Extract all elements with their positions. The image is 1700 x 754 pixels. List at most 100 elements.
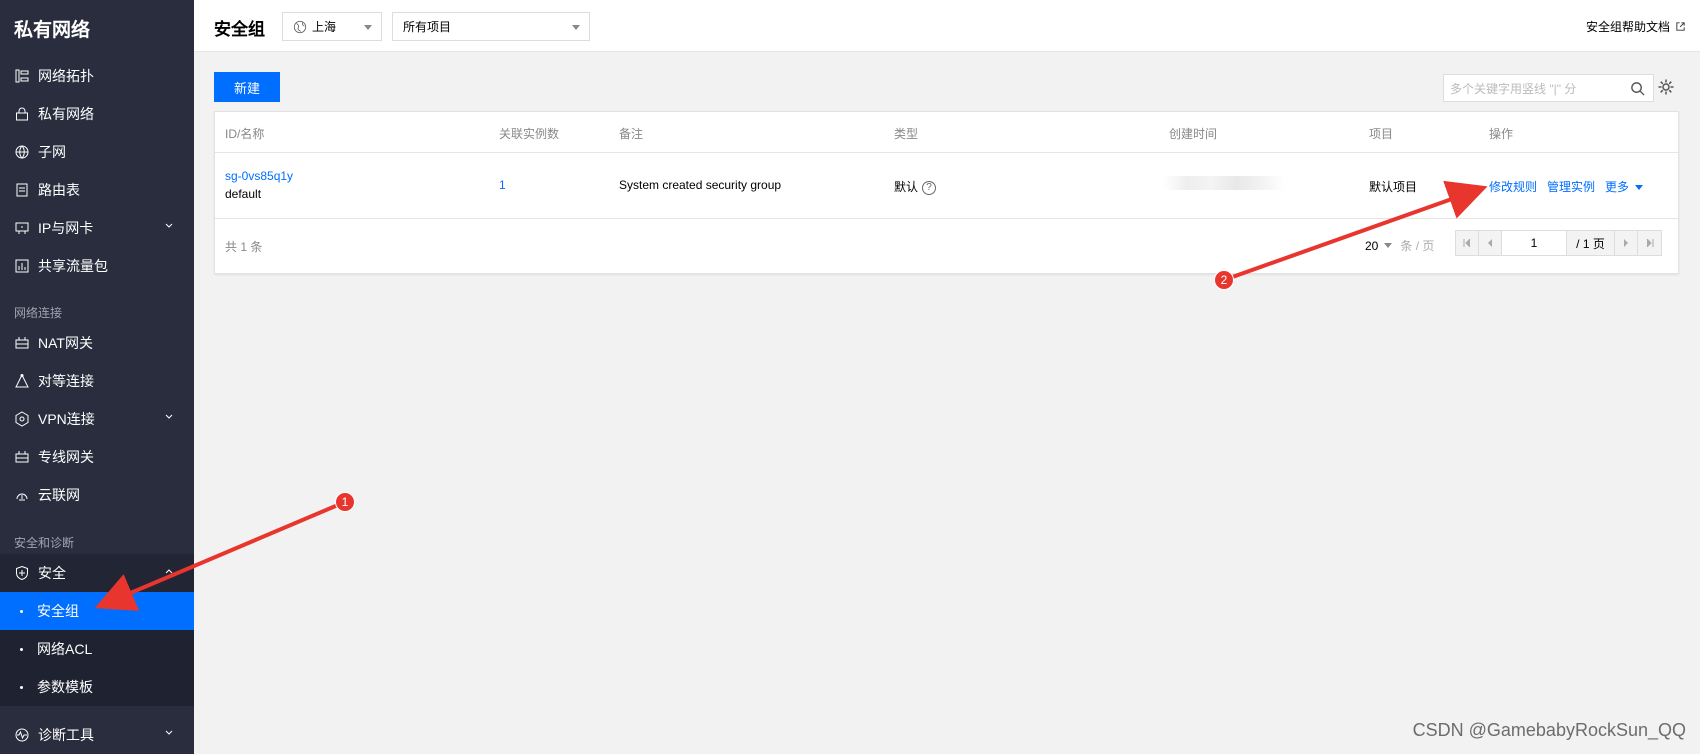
cloud-network-icon [14, 487, 30, 503]
prev-page-icon [1488, 239, 1492, 247]
sidebar-item-traffic[interactable]: 共享流量包 [0, 247, 194, 285]
sidebar-item-ccn[interactable]: 云联网 [0, 476, 194, 514]
next-page-button[interactable] [1615, 231, 1638, 255]
security-group-table: ID/名称 关联实例数 备注 类型 创建时间 项目 操作 sg-0vs85q1y… [214, 111, 1679, 274]
globe-icon [293, 20, 307, 33]
sidebar-item-peering[interactable]: 对等连接 [0, 362, 194, 400]
next-page-icon [1624, 239, 1628, 247]
search-input[interactable]: 多个关键字用竖线 "|" 分 [1443, 74, 1654, 102]
last-page-icon [1646, 239, 1653, 247]
sidebar-item-route-table[interactable]: 路由表 [0, 171, 194, 209]
sidebar-item-label: 私有网络 [38, 106, 94, 122]
sidebar-item-param-template[interactable]: 参数模板 [0, 668, 194, 706]
column-header: ID/名称 [225, 127, 265, 141]
sidebar-item-label: 共享流量包 [38, 258, 108, 274]
chevron-down-icon [165, 223, 173, 228]
sidebar-item-label: 网络ACL [37, 641, 93, 657]
sidebar-item-label: 子网 [38, 144, 66, 160]
chevron-down-icon [165, 730, 173, 735]
sidebar-item-label: 网络拓扑 [38, 68, 94, 84]
sidebar: 私有网络 网络拓扑 私有网络 子网 路由表 IP与网卡 共享流量包 网络连接 N… [0, 0, 194, 754]
annotation-badge-2: 2 [1214, 270, 1234, 290]
sidebar-item-label: 云联网 [38, 487, 80, 503]
project-value: 所有项目 [403, 20, 452, 34]
sidebar-item-network-acl[interactable]: 网络ACL [0, 630, 194, 668]
sidebar-item-security-group[interactable]: 安全组 [0, 592, 194, 630]
sidebar-item-subnet[interactable]: 子网 [0, 133, 194, 171]
column-header: 创建时间 [1169, 127, 1218, 141]
caret-down-icon [364, 25, 372, 30]
column-header: 备注 [619, 127, 644, 141]
sidebar-item-label: 参数模板 [37, 679, 93, 695]
column-header: 项目 [1369, 127, 1394, 141]
sidebar-item-label: 诊断工具 [38, 727, 94, 743]
sidebar-item-diagnostics[interactable]: 诊断工具 [0, 716, 194, 754]
search-icon[interactable] [1630, 81, 1645, 96]
sidebar-item-topology[interactable]: 网络拓扑 [0, 57, 194, 95]
ip-nic-icon [14, 220, 30, 236]
watermark: CSDN @GamebabyRockSun_QQ [1412, 720, 1686, 740]
route-table-icon [14, 182, 30, 198]
instance-count-link[interactable]: 1 [499, 178, 506, 192]
bullet-icon [20, 610, 23, 613]
gateway-icon [14, 449, 30, 465]
bullet-icon [20, 686, 23, 689]
column-header: 操作 [1489, 127, 1514, 141]
sidebar-item-vpc[interactable]: 私有网络 [0, 95, 194, 133]
top-bar: 安全组 上海 所有项目 安全组帮助文档 [194, 0, 1700, 52]
caret-down-icon [1384, 243, 1393, 248]
project-cell: 默认项目 [1369, 180, 1418, 194]
chevron-down-icon [165, 414, 173, 419]
sidebar-group-security: 安全和诊断 [14, 536, 75, 550]
help-label: 安全组帮助文档 [1585, 20, 1670, 34]
gear-icon[interactable] [1657, 78, 1675, 96]
sidebar-item-label: NAT网关 [38, 335, 93, 351]
peering-icon [14, 373, 30, 389]
region-select[interactable]: 上海 [282, 12, 382, 41]
header-divider [215, 152, 1678, 153]
type-cell: 默认? [894, 178, 937, 195]
sidebar-item-ip-nic[interactable]: IP与网卡 [0, 209, 194, 247]
page-size-unit: 条 / 页 [1400, 239, 1435, 253]
lock-network-icon [14, 106, 30, 122]
row-divider [215, 218, 1678, 219]
page-title: 安全组 [214, 20, 265, 39]
pagination: 1 / 1 页 [1455, 230, 1662, 256]
sidebar-item-dc-gateway[interactable]: 专线网关 [0, 438, 194, 476]
chevron-up-icon [165, 569, 173, 574]
more-actions-dropdown[interactable]: 更多 [1605, 178, 1644, 195]
help-link[interactable]: 安全组帮助文档 [1586, 18, 1686, 35]
page-size-value: 20 [1365, 238, 1379, 253]
caret-down-icon [1635, 185, 1644, 191]
sidebar-item-nat[interactable]: NAT网关 [0, 324, 194, 362]
sidebar-group-network-conn: 网络连接 [14, 306, 63, 320]
security-group-name: default [225, 187, 262, 201]
page-size-select[interactable]: 20 条 / 页 [1365, 237, 1434, 254]
sidebar-item-label: 对等连接 [38, 373, 94, 389]
sidebar-item-label: IP与网卡 [38, 220, 94, 236]
edit-rules-link[interactable]: 修改规则 [1489, 178, 1537, 195]
column-header: 类型 [894, 127, 919, 141]
first-page-icon [1463, 239, 1471, 247]
vpn-icon [14, 411, 30, 427]
sidebar-item-security[interactable]: 安全 [0, 554, 194, 592]
sidebar-item-vpn[interactable]: VPN连接 [0, 400, 194, 438]
help-circle-icon[interactable]: ? [922, 180, 937, 195]
annotation-badge-1: 1 [335, 492, 355, 512]
prev-page-button[interactable] [1479, 231, 1502, 255]
page-total: / 1 页 [1567, 231, 1615, 255]
globe-icon [14, 144, 30, 160]
more-label: 更多 [1605, 180, 1630, 194]
sidebar-title: 私有网络 [14, 19, 91, 41]
page-number-input[interactable]: 1 [1502, 231, 1567, 255]
last-page-button[interactable] [1638, 231, 1661, 255]
manage-instances-link[interactable]: 管理实例 [1547, 178, 1595, 195]
first-page-button[interactable] [1456, 231, 1479, 255]
project-select[interactable]: 所有项目 [392, 12, 590, 41]
column-header: 关联实例数 [499, 127, 560, 141]
new-button[interactable]: 新建 [214, 72, 280, 102]
created-time-redacted [1163, 176, 1285, 190]
sidebar-item-label: 安全 [38, 565, 66, 581]
security-group-id-link[interactable]: sg-0vs85q1y [225, 169, 293, 183]
traffic-chart-icon [14, 258, 30, 274]
